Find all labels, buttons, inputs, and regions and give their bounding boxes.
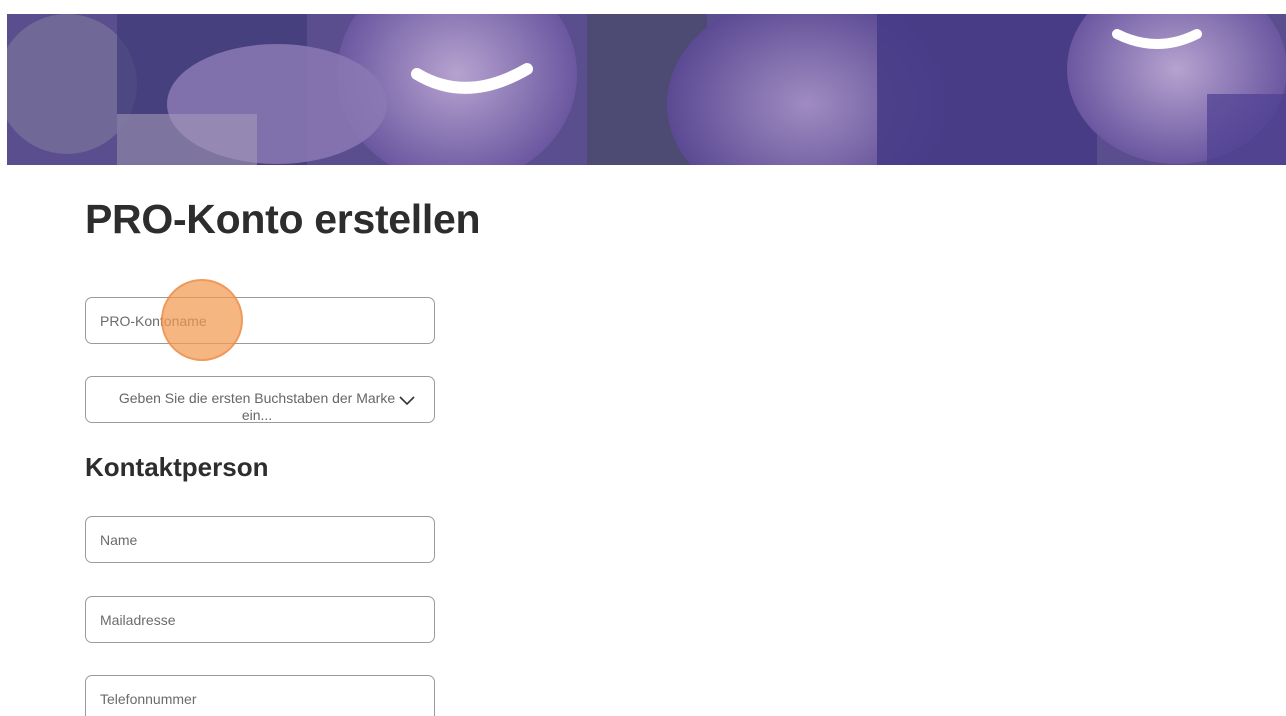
- contact-email-input[interactable]: [86, 597, 434, 642]
- hero-banner-image: [7, 14, 1286, 165]
- contact-name-field[interactable]: [85, 516, 435, 563]
- page: PRO-Konto erstellen Geben Sie die ersten…: [0, 0, 1286, 716]
- brand-select-placeholder: Geben Sie die ersten Buchstaben der Mark…: [118, 390, 396, 423]
- chevron-down-icon: [399, 396, 415, 406]
- contact-email-field[interactable]: [85, 596, 435, 643]
- page-title: PRO-Konto erstellen: [85, 196, 481, 242]
- contact-phone-input[interactable]: [86, 676, 434, 716]
- account-name-input[interactable]: [86, 298, 434, 343]
- brand-select[interactable]: Geben Sie die ersten Buchstaben der Mark…: [85, 376, 435, 423]
- contact-phone-field[interactable]: [85, 675, 435, 716]
- account-name-field[interactable]: [85, 297, 435, 344]
- contact-heading: Kontaktperson: [85, 452, 269, 482]
- contact-name-input[interactable]: [86, 517, 434, 562]
